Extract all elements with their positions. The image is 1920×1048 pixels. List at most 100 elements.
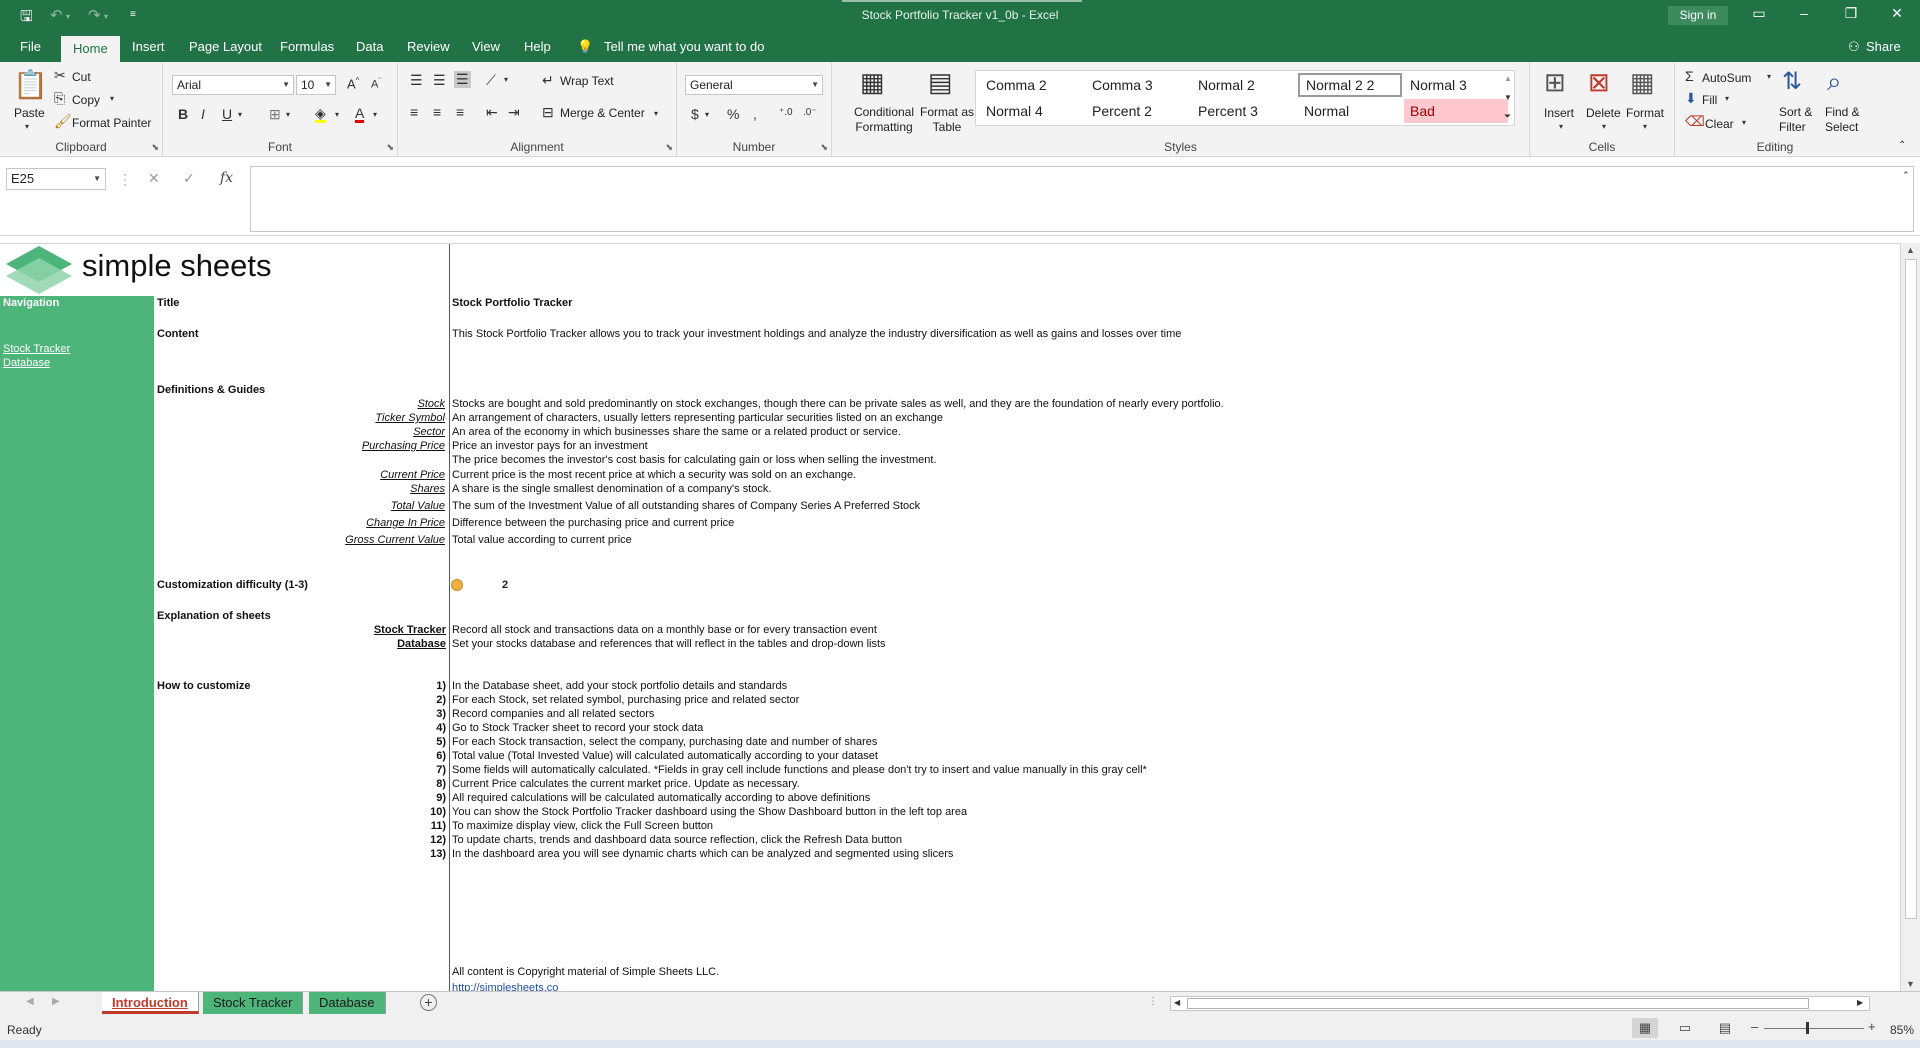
top-align-icon[interactable]: ☰ xyxy=(410,72,423,89)
sort-filter-button[interactable]: Sort & Filter xyxy=(1779,105,1819,135)
merge-center-button[interactable]: Merge & Center xyxy=(560,106,645,120)
font-color-dropdown-icon[interactable]: ▾ xyxy=(373,110,377,119)
cut-button[interactable]: Cut xyxy=(72,70,91,84)
paste-dropdown-icon[interactable]: ▾ xyxy=(25,122,29,131)
tab-view[interactable]: View xyxy=(472,31,500,62)
zoom-level[interactable]: 85% xyxy=(1890,1023,1914,1037)
shrink-font-icon[interactable]: Aˇ xyxy=(371,78,381,91)
delete-dropdown-icon[interactable]: ▾ xyxy=(1602,122,1606,131)
fill-icon[interactable]: ⬇ xyxy=(1685,90,1697,107)
currency-dropdown-icon[interactable]: ▾ xyxy=(705,110,709,119)
tab-insert[interactable]: Insert xyxy=(132,31,165,62)
tab-home[interactable]: Home xyxy=(61,36,120,62)
style-normal[interactable]: Normal xyxy=(1298,99,1402,123)
clear-icon[interactable]: ⌫ xyxy=(1685,113,1705,130)
paste-icon[interactable]: 📋 xyxy=(13,68,48,101)
formula-input[interactable] xyxy=(250,166,1914,232)
share-button[interactable]: Share xyxy=(1866,31,1901,62)
scroll-down-icon[interactable]: ▼ xyxy=(1906,979,1915,989)
merge-dropdown-icon[interactable]: ▾ xyxy=(654,109,658,118)
borders-icon[interactable]: ⊞ xyxy=(269,106,281,123)
bottom-align-icon[interactable]: ☰ xyxy=(454,71,471,88)
format-cells-icon[interactable]: ▦ xyxy=(1630,67,1655,98)
bold-icon[interactable]: B xyxy=(178,106,188,122)
delete-button[interactable]: Delete xyxy=(1586,106,1621,120)
horizontal-scroll-thumb[interactable] xyxy=(1187,998,1809,1009)
collapse-ribbon-icon[interactable]: ⌃ xyxy=(1898,140,1906,151)
tab-help[interactable]: Help xyxy=(524,31,551,62)
zoom-in-icon[interactable]: + xyxy=(1868,1019,1876,1034)
increase-decimal-icon[interactable]: ⁺.0 xyxy=(779,107,793,118)
vertical-scroll-thumb[interactable] xyxy=(1905,259,1917,919)
tab-formulas[interactable]: Formulas xyxy=(280,31,334,62)
borders-dropdown-icon[interactable]: ▾ xyxy=(286,110,290,119)
orientation-icon[interactable]: ⟋ xyxy=(486,72,496,89)
clipboard-launcher-icon[interactable]: ⬊ xyxy=(151,142,159,153)
close-icon[interactable]: ✕ xyxy=(1886,5,1908,22)
fill-dropdown-icon[interactable]: ▾ xyxy=(1725,94,1729,103)
style-normal-2-2[interactable]: Normal 2 2 xyxy=(1298,73,1402,97)
find-select-icon[interactable]: ⌕ xyxy=(1827,66,1842,98)
increase-indent-icon[interactable]: ⇥ xyxy=(508,104,520,121)
percent-icon[interactable]: % xyxy=(727,106,739,122)
format-dropdown-icon[interactable]: ▾ xyxy=(1643,122,1647,131)
scroll-up-icon[interactable]: ▲ xyxy=(1906,245,1915,255)
zoom-slider[interactable] xyxy=(1764,1028,1864,1029)
zoom-slider-thumb[interactable] xyxy=(1806,1022,1809,1034)
fill-color-icon[interactable]: ◈ xyxy=(315,106,326,123)
sheet-tab-introduction[interactable]: Introduction xyxy=(102,992,199,1014)
wrap-text-button[interactable]: Wrap Text xyxy=(560,74,614,88)
tab-file[interactable]: File xyxy=(20,31,41,62)
sign-in-button[interactable]: Sign in xyxy=(1668,6,1728,25)
find-select-button[interactable]: Find & Select xyxy=(1825,105,1869,135)
align-center-icon[interactable]: ≡ xyxy=(433,104,441,120)
insert-dropdown-icon[interactable]: ▾ xyxy=(1559,122,1563,131)
normal-view-icon[interactable]: ▦ xyxy=(1632,1018,1658,1038)
ribbon-display-icon[interactable]: ▭ xyxy=(1748,5,1770,22)
page-layout-view-icon[interactable]: ▭ xyxy=(1672,1018,1698,1038)
tab-review[interactable]: Review xyxy=(407,31,450,62)
explanation-sheet-database[interactable]: Database xyxy=(397,638,446,650)
confirm-entry-icon[interactable]: ✓ xyxy=(183,170,195,187)
style-normal-2[interactable]: Normal 2 xyxy=(1192,73,1296,97)
page-break-view-icon[interactable]: ▤ xyxy=(1712,1018,1738,1038)
cancel-entry-icon[interactable]: ✕ xyxy=(148,170,160,187)
clear-button[interactable]: Clear xyxy=(1705,117,1734,131)
sheet-tab-database[interactable]: Database xyxy=(309,992,386,1014)
decrease-indent-icon[interactable]: ⇤ xyxy=(486,104,498,121)
minimize-icon[interactable]: – xyxy=(1793,5,1815,21)
insert-button[interactable]: Insert xyxy=(1544,106,1574,120)
conditional-formatting-icon[interactable]: ▦ xyxy=(860,67,885,98)
format-painter-button[interactable]: Format Painter xyxy=(72,116,151,130)
next-sheet-icon[interactable]: ▶ xyxy=(52,996,60,1007)
orientation-dropdown-icon[interactable]: ▾ xyxy=(504,75,508,84)
name-box[interactable]: E25 ▼ xyxy=(6,168,106,190)
decrease-decimal-icon[interactable]: .0⁻ xyxy=(803,107,817,118)
explanation-sheet-stock-tracker[interactable]: Stock Tracker xyxy=(374,624,446,636)
font-size-combo[interactable]: 10 ▼ xyxy=(296,75,336,95)
fill-button[interactable]: Fill xyxy=(1702,93,1717,107)
fill-color-dropdown-icon[interactable]: ▾ xyxy=(335,110,339,119)
delete-cells-icon[interactable]: ⊠ xyxy=(1588,67,1610,98)
comma-style-icon[interactable]: , xyxy=(753,106,757,122)
wrap-text-icon[interactable]: ↵ xyxy=(542,72,554,89)
sheet-tab-stock-tracker[interactable]: Stock Tracker xyxy=(203,992,304,1014)
tab-page-layout[interactable]: Page Layout xyxy=(189,31,262,62)
grow-font-icon[interactable]: A^ xyxy=(347,76,359,91)
scroll-left-icon[interactable]: ◀ xyxy=(1174,998,1180,1007)
insert-cells-icon[interactable]: ⊞ xyxy=(1544,67,1566,98)
horizontal-scrollbar[interactable]: ◀ ▶ xyxy=(1170,996,1870,1011)
merge-center-icon[interactable]: ⊟ xyxy=(542,104,554,121)
nav-link-stock-tracker[interactable]: Stock Tracker xyxy=(3,343,70,355)
tell-me-search[interactable]: Tell me what you want to do xyxy=(604,31,764,62)
alignment-launcher-icon[interactable]: ⬊ xyxy=(665,142,673,153)
zoom-out-icon[interactable]: – xyxy=(1751,1019,1758,1034)
gallery-down-icon[interactable]: ▼ xyxy=(1504,93,1512,102)
tab-data[interactable]: Data xyxy=(356,31,383,62)
format-painter-icon[interactable]: 🖌 xyxy=(54,113,72,130)
prev-sheet-icon[interactable]: ◀ xyxy=(26,996,34,1007)
underline-dropdown-icon[interactable]: ▾ xyxy=(238,110,242,119)
style-percent-2[interactable]: Percent 2 xyxy=(1086,99,1190,123)
nav-link-database[interactable]: Database xyxy=(3,357,50,369)
vertical-scrollbar[interactable]: ▲ ▼ xyxy=(1900,243,1920,991)
